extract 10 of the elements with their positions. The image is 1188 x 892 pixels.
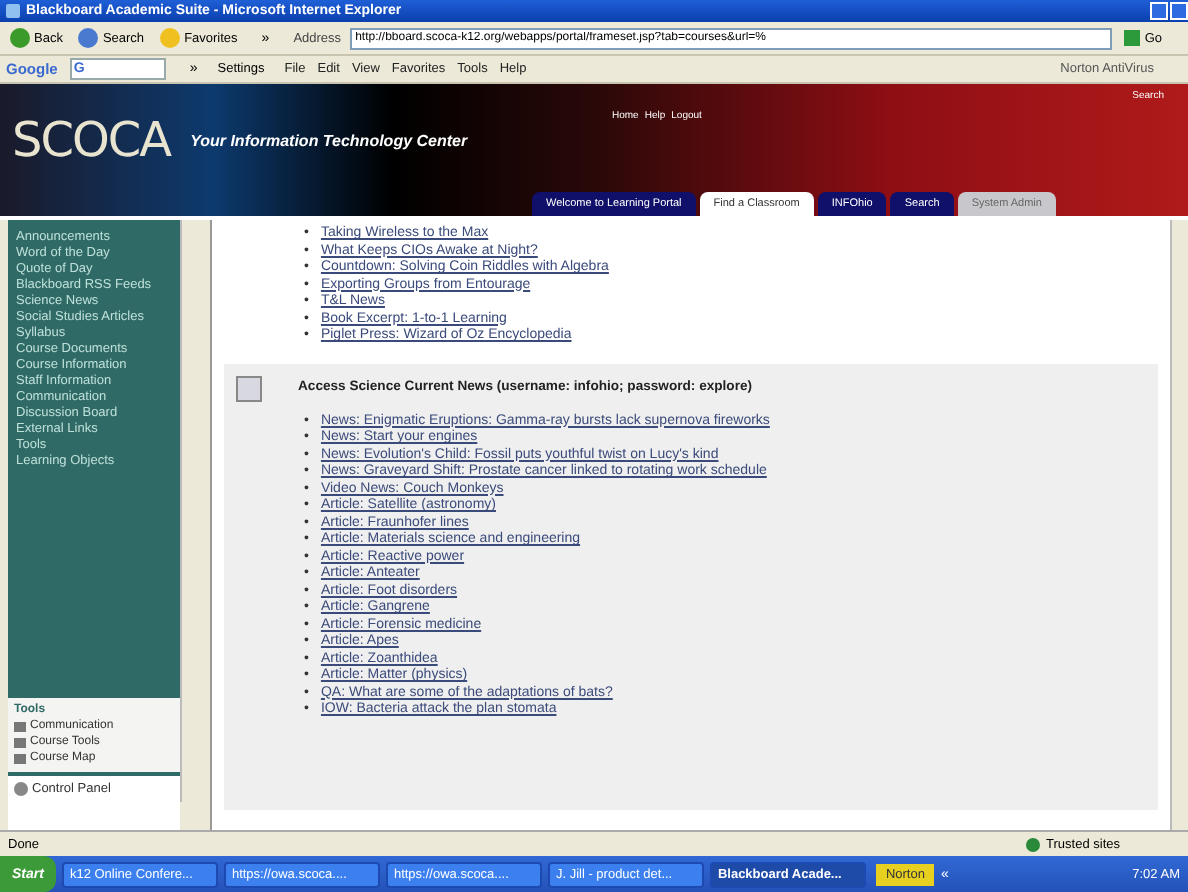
toolbar-icon	[160, 28, 181, 48]
close-button[interactable]	[1170, 2, 1188, 20]
toolbar-icon	[78, 28, 99, 48]
tagline: Your Information Technology Center	[190, 131, 468, 149]
browser-icon	[6, 4, 20, 18]
logo: SCOCA	[12, 112, 171, 168]
module-icon	[236, 375, 262, 401]
toolbar-icon	[10, 28, 30, 48]
minimize-button[interactable]	[1150, 2, 1168, 20]
go-icon	[1124, 30, 1141, 46]
